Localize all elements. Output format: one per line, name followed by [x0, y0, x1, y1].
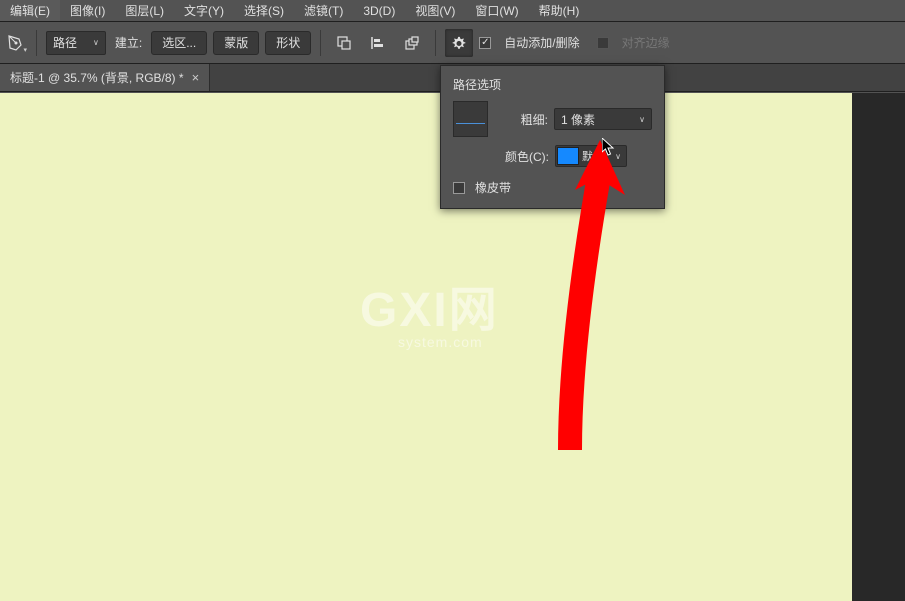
mode-select-value: 路径 — [53, 34, 77, 51]
document-canvas[interactable] — [0, 93, 852, 601]
rubber-band-checkbox[interactable] — [453, 182, 465, 194]
mode-select[interactable]: 路径 ∨ — [46, 31, 106, 55]
btn-selection[interactable]: 选区... — [151, 31, 207, 55]
menu-3d[interactable]: 3D(D) — [353, 2, 405, 20]
thickness-label: 粗细: — [494, 111, 548, 128]
tool-dropdown-icon: ▾ — [23, 46, 27, 54]
separator — [435, 30, 436, 56]
build-label: 建立: — [112, 34, 145, 51]
color-chip — [557, 147, 579, 165]
close-tab-icon[interactable]: × — [192, 70, 200, 85]
separator — [36, 30, 37, 56]
path-operations-icon[interactable] — [330, 29, 358, 57]
swatch-line — [456, 123, 485, 124]
align-edges-label: 对齐边缘 — [619, 34, 673, 51]
main-menu-bar: 编辑(E) 图像(I) 图层(L) 文字(Y) 选择(S) 滤镜(T) 3D(D… — [0, 0, 905, 22]
menu-layer[interactable]: 图层(L) — [115, 0, 174, 21]
color-value: 默... — [582, 148, 612, 164]
auto-add-label: 自动添加/删除 — [501, 34, 582, 51]
menu-help[interactable]: 帮助(H) — [529, 0, 590, 21]
document-tab[interactable]: 标题-1 @ 35.7% (背景, RGB/8) * × — [0, 64, 210, 91]
btn-mask[interactable]: 蒙版 — [213, 31, 259, 55]
align-edges-checkbox[interactable] — [597, 37, 609, 49]
color-label: 颜色(C): — [494, 148, 549, 165]
separator — [320, 30, 321, 56]
menu-type[interactable]: 文字(Y) — [174, 0, 234, 21]
popup-title: 路径选项 — [453, 76, 652, 93]
path-arrangement-icon[interactable] — [398, 29, 426, 57]
chevron-down-icon: ∨ — [639, 115, 645, 124]
document-tab-title: 标题-1 @ 35.7% (背景, RGB/8) * — [10, 69, 184, 86]
popup-row-color: 颜色(C): 默... ∨ — [494, 145, 652, 167]
btn-shape[interactable]: 形状 — [265, 31, 311, 55]
thickness-value: 1 像素 — [561, 111, 595, 128]
chevron-down-icon: ∨ — [615, 152, 625, 161]
chevron-down-icon: ∨ — [93, 38, 99, 47]
pen-tool-icon[interactable]: ▾ — [5, 32, 27, 54]
options-bar: ▾ 路径 ∨ 建立: 选区... 蒙版 形状 — [0, 22, 905, 64]
path-options-popup: 路径选项 粗细: 1 像素 ∨ 颜色(C): 默... ∨ 橡皮带 — [440, 65, 665, 209]
popup-row-rubber: 橡皮带 — [453, 179, 652, 196]
settings-gear-icon[interactable] — [445, 29, 473, 57]
menu-view[interactable]: 视图(V) — [405, 0, 465, 21]
menu-image[interactable]: 图像(I) — [60, 0, 115, 21]
auto-add-checkbox[interactable] — [479, 37, 491, 49]
thickness-select[interactable]: 1 像素 ∨ — [554, 108, 652, 130]
path-alignment-icon[interactable] — [364, 29, 392, 57]
menu-select[interactable]: 选择(S) — [234, 0, 294, 21]
menu-edit[interactable]: 编辑(E) — [0, 0, 60, 21]
menu-filter[interactable]: 滤镜(T) — [294, 0, 353, 21]
path-preview-swatch[interactable] — [453, 101, 488, 137]
rubber-band-label: 橡皮带 — [475, 179, 511, 196]
menu-window[interactable]: 窗口(W) — [465, 0, 528, 21]
color-select[interactable]: 默... ∨ — [555, 145, 627, 167]
popup-row-thickness: 粗细: 1 像素 ∨ — [453, 101, 652, 137]
